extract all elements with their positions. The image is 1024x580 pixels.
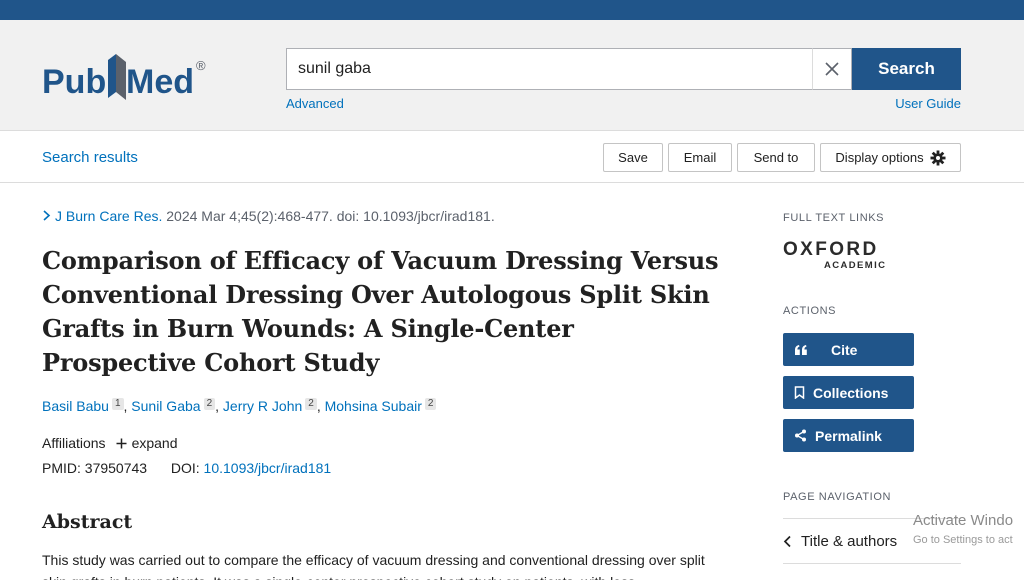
author-affil-badge[interactable]: 2 xyxy=(305,398,317,410)
send-to-button[interactable]: Send to xyxy=(737,143,815,172)
site-header: Pub Med ® Search Advanced User Guide xyxy=(0,20,1024,131)
logo-book-right xyxy=(116,54,126,100)
article-title: Comparison of Efficacy of Vacuum Dressin… xyxy=(42,246,719,377)
journal-link[interactable]: J Burn Care Res. xyxy=(55,208,162,224)
save-button[interactable]: Save xyxy=(603,143,663,172)
logo-book-left xyxy=(108,54,116,98)
logo-text-med: Med xyxy=(126,63,194,101)
search-bar: Search xyxy=(286,48,961,90)
search-input[interactable] xyxy=(286,48,812,90)
activate-windows-watermark-subtitle: Go to Settings to act xyxy=(913,534,1013,546)
permalink-button[interactable]: Permalink xyxy=(783,419,914,452)
oxford-logo-line2: ACADEMIC xyxy=(824,260,886,271)
page-navigation-label: PAGE NAVIGATION xyxy=(783,491,892,503)
bookmark-icon xyxy=(794,386,805,399)
search-button[interactable]: Search xyxy=(852,48,961,90)
chevron-right-icon xyxy=(43,210,51,221)
journal-citation: J Burn Care Res. 2024 Mar 4;45(2):468-47… xyxy=(42,208,495,224)
author-link[interactable]: Jerry R John xyxy=(223,398,302,414)
author-affil-badge[interactable]: 2 xyxy=(424,398,437,410)
collections-button[interactable]: Collections xyxy=(783,376,914,409)
cite-label: Cite xyxy=(831,341,858,358)
display-options-label: Display options xyxy=(835,150,924,165)
logo-text-pub: Pub xyxy=(42,63,106,101)
share-icon xyxy=(795,429,806,442)
author-affil-badge[interactable]: 1 xyxy=(111,398,124,410)
cite-button[interactable]: Cite xyxy=(783,333,914,366)
full-text-links-label: FULL TEXT LINKS xyxy=(783,212,885,224)
article-identifiers: PMID: 37950743 DOI: 10.1093/jbcr/irad181 xyxy=(42,460,331,476)
affiliations-label: Affiliations xyxy=(42,435,106,451)
author-link[interactable]: Basil Babu xyxy=(42,398,109,414)
pubmed-logo[interactable]: Pub Med ® xyxy=(42,48,217,108)
collections-label: Collections xyxy=(813,384,889,401)
title-authors-label: Title & authors xyxy=(801,532,898,550)
chevron-left-icon xyxy=(783,535,791,547)
quote-icon xyxy=(795,344,807,355)
oxford-academic-logo[interactable]: OXFORD ACADEMIC xyxy=(783,238,903,272)
close-icon xyxy=(825,62,839,76)
clear-search-button[interactable] xyxy=(812,48,852,90)
abstract-text: This study was carried out to compare th… xyxy=(42,552,705,580)
pmid-label: PMID: xyxy=(42,460,81,476)
search-results-link[interactable]: Search results xyxy=(42,149,138,166)
expand-affiliations-button[interactable]: expand xyxy=(116,435,178,451)
oxford-logo-line1: OXFORD xyxy=(783,239,879,260)
author-link[interactable]: Mohsina Subair xyxy=(325,398,422,414)
doi-link[interactable]: 10.1093/jbcr/irad181 xyxy=(204,460,332,476)
permalink-label: Permalink xyxy=(815,427,882,444)
activate-windows-watermark-title: Activate Windo xyxy=(913,512,1014,529)
citation-details: 2024 Mar 4;45(2):468-477. doi: 10.1093/j… xyxy=(166,208,495,224)
author-link[interactable]: Sunil Gaba xyxy=(131,398,200,414)
expand-label: expand xyxy=(131,435,178,451)
email-button[interactable]: Email xyxy=(668,143,732,172)
logo-registered-mark: ® xyxy=(196,58,206,73)
top-banner-bar xyxy=(0,0,1024,20)
author-affil-badge[interactable]: 2 xyxy=(203,398,216,410)
advanced-search-link[interactable]: Advanced xyxy=(286,96,344,111)
plus-icon xyxy=(116,438,127,448)
actions-label: ACTIONS xyxy=(783,305,837,317)
pmid-value: 37950743 xyxy=(84,460,148,476)
display-options-button[interactable]: Display options xyxy=(820,143,961,172)
action-toolbar: Search results Save Email Send to Displa… xyxy=(0,131,1024,183)
gear-icon xyxy=(930,150,946,165)
user-guide-link[interactable]: User Guide xyxy=(895,96,961,111)
doi-label: DOI: xyxy=(170,460,200,476)
abstract-heading: Abstract xyxy=(42,511,133,533)
affiliations-row: Affiliations expand xyxy=(42,435,178,451)
author-list: Basil Babu 1, Sunil Gaba 2, Jerry R John 2,… xyxy=(42,398,437,414)
